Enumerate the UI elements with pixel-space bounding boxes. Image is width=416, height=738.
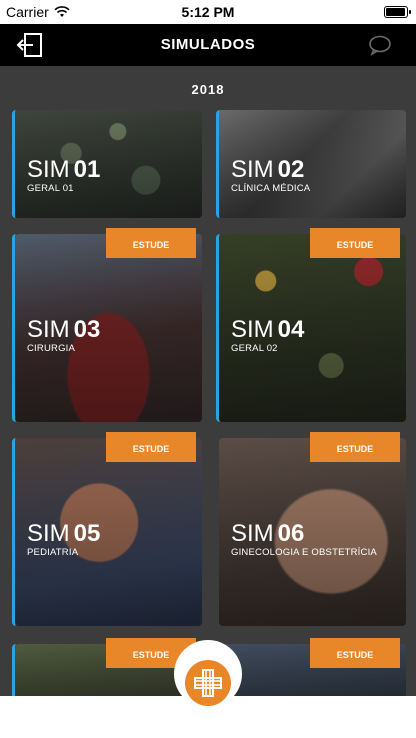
cross-glyph-icon xyxy=(194,669,222,697)
card-title: SIM 06 xyxy=(231,520,304,548)
card-subtitle: PEDIATRIA xyxy=(27,547,79,558)
sim-card-05[interactable]: ESTUDE SIM 05 PEDIATRIA xyxy=(12,432,202,626)
card-sim-label: SIM xyxy=(27,316,70,343)
nav-header: SIMULADOS xyxy=(0,24,416,66)
card-number: 06 xyxy=(277,520,305,547)
estude-button[interactable]: ESTUDE xyxy=(310,432,400,462)
card-title: SIM 02 xyxy=(231,156,304,184)
card-subtitle: CIRURGIA xyxy=(27,343,76,354)
estude-button[interactable]: ESTUDE xyxy=(310,638,400,668)
sim-card-08[interactable]: ESTUDE xyxy=(216,638,406,696)
card-sim-label: SIM xyxy=(27,156,70,183)
card-subtitle: GERAL 02 xyxy=(231,343,278,354)
card-title: SIM 05 xyxy=(27,520,100,548)
card-number: 03 xyxy=(73,316,101,343)
status-bar: Carrier 5:12 PM xyxy=(0,0,416,24)
chat-icon[interactable] xyxy=(368,34,392,56)
medical-cross-logo-icon[interactable] xyxy=(185,660,231,706)
year-header: 2018 xyxy=(191,82,225,97)
sim-card-03[interactable]: ESTUDE SIM 03 CIRURGIA xyxy=(12,228,202,422)
card-subtitle: GERAL 01 xyxy=(27,183,74,194)
card-title: SIM 04 xyxy=(231,316,304,344)
card-number: 05 xyxy=(73,520,101,547)
status-time: 5:12 PM xyxy=(181,4,235,20)
card-number: 02 xyxy=(277,156,305,183)
card-subtitle: GINECOLOGIA E OBSTETRÍCIA xyxy=(231,547,377,558)
card-title: SIM 03 xyxy=(27,316,100,344)
estude-button[interactable]: ESTUDE xyxy=(310,228,400,258)
card-subtitle: CLÍNICA MÉDICA xyxy=(231,183,311,194)
card-sim-label: SIM xyxy=(231,316,274,343)
card-number: 01 xyxy=(73,156,101,183)
page-title: SIMULADOS xyxy=(160,36,256,53)
simulados-list[interactable]: 2018 SIM 01 GERAL 01 SIM 02 CLÍNICA MÉDICA… xyxy=(0,66,416,696)
sim-card-04[interactable]: ESTUDE SIM 04 GERAL 02 xyxy=(216,228,406,422)
battery-icon xyxy=(384,6,411,18)
battery-fill xyxy=(386,8,405,16)
card-sim-label: SIM xyxy=(27,520,70,547)
card-sim-label: SIM xyxy=(231,520,274,547)
card-number: 04 xyxy=(277,316,305,343)
estude-button[interactable]: ESTUDE xyxy=(106,432,196,462)
card-title: SIM 01 xyxy=(27,156,100,184)
sim-card-02[interactable]: SIM 02 CLÍNICA MÉDICA xyxy=(216,110,406,218)
sim-card-06[interactable]: ESTUDE SIM 06 GINECOLOGIA E OBSTETRÍCIA xyxy=(216,432,406,626)
estude-button[interactable]: ESTUDE xyxy=(106,228,196,258)
card-sim-label: SIM xyxy=(231,156,274,183)
sim-card-01[interactable]: SIM 01 GERAL 01 xyxy=(12,110,202,218)
